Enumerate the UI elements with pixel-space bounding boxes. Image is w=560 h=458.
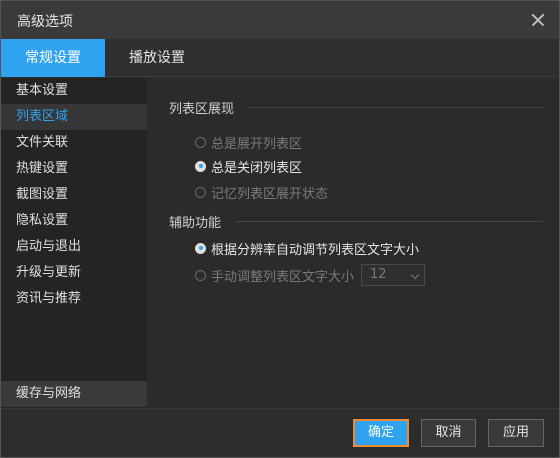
dialog-footer: 确定 取消 应用	[1, 408, 559, 457]
radio-always-close[interactable]: 总是关闭列表区	[195, 156, 302, 176]
sidebar-item-privacy[interactable]: 隐私设置	[1, 208, 147, 234]
sidebar-item-hotkeys[interactable]: 热键设置	[1, 156, 147, 182]
advanced-options-dialog: 高级选项 常规设置 播放设置 基本设置 列表区域 文件关联 热键设置 截图设置 …	[0, 0, 560, 458]
tab-bar: 常规设置 播放设置	[1, 39, 559, 77]
sidebar-item-screenshot[interactable]: 截图设置	[1, 182, 147, 208]
radio-icon	[195, 136, 206, 148]
sidebar-item-basic[interactable]: 基本设置	[1, 78, 147, 104]
radio-manual-font-size[interactable]: 手动调整列表区文字大小	[195, 265, 354, 285]
title-bar: 高级选项	[1, 1, 559, 39]
divider	[235, 221, 543, 222]
font-size-value: 12	[370, 267, 387, 282]
sidebar-item-news[interactable]: 资讯与推荐	[1, 286, 147, 312]
cancel-button[interactable]: 取消	[421, 419, 476, 447]
radio-label: 总是展开列表区	[211, 136, 303, 152]
radio-checked-icon	[195, 242, 206, 254]
sidebar-item-startup-exit[interactable]: 启动与退出	[1, 234, 147, 260]
divider	[247, 107, 543, 108]
radio-label: 根据分辨率自动调节列表区文字大小	[211, 242, 420, 258]
radio-icon	[195, 269, 206, 281]
chevron-down-icon	[410, 270, 420, 280]
list-display-heading: 列表区展现	[169, 102, 235, 117]
assist-heading: 辅助功能	[169, 216, 222, 231]
settings-panel: 列表区展现 总是展开列表区 总是关闭列表区 记忆列表区展开状态 辅助功能 根据分…	[147, 78, 559, 408]
sidebar-item-upgrade[interactable]: 升级与更新	[1, 260, 147, 286]
radio-label: 总是关闭列表区	[211, 160, 303, 176]
radio-label: 手动调整列表区文字大小	[211, 269, 355, 285]
dialog-title: 高级选项	[17, 14, 73, 30]
sidebar: 基本设置 列表区域 文件关联 热键设置 截图设置 隐私设置 启动与退出 升级与更…	[1, 78, 147, 408]
radio-icon	[195, 186, 206, 198]
close-icon[interactable]	[527, 9, 549, 31]
radio-remember-state[interactable]: 记忆列表区展开状态	[195, 182, 328, 202]
font-size-select[interactable]: 12	[361, 264, 425, 286]
ok-button[interactable]: 确定	[353, 419, 409, 447]
sidebar-item-list-area[interactable]: 列表区域	[1, 104, 147, 130]
tab-general-settings[interactable]: 常规设置	[1, 39, 105, 77]
apply-button[interactable]: 应用	[488, 419, 544, 447]
radio-always-expand[interactable]: 总是展开列表区	[195, 132, 302, 152]
sidebar-item-file-association[interactable]: 文件关联	[1, 130, 147, 156]
radio-checked-icon	[195, 160, 206, 172]
radio-label: 记忆列表区展开状态	[211, 186, 329, 202]
radio-auto-font-size[interactable]: 根据分辨率自动调节列表区文字大小	[195, 238, 419, 258]
sidebar-item-cache-network[interactable]: 缓存与网络	[1, 381, 147, 407]
tab-playback-settings[interactable]: 播放设置	[105, 39, 209, 77]
